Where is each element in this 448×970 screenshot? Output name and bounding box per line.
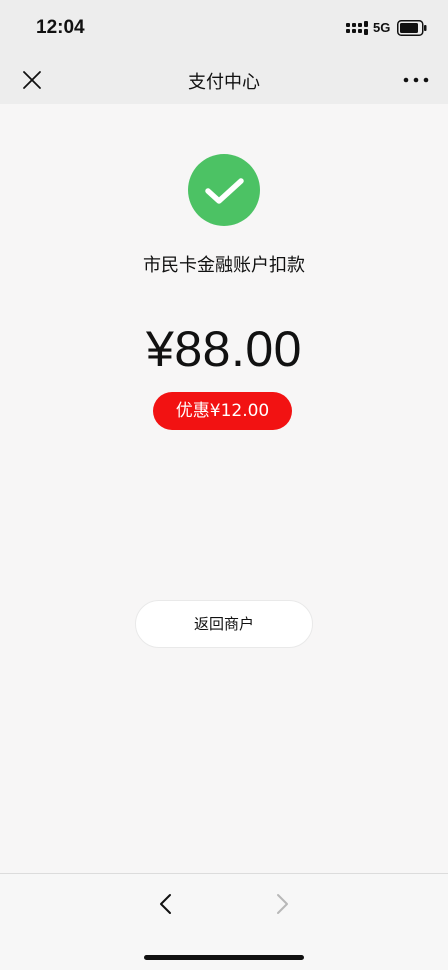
forward-icon[interactable] xyxy=(268,890,296,918)
merchant-name: 市民卡金融账户扣款 xyxy=(143,255,305,276)
home-indicator xyxy=(144,955,304,960)
status-bar: 12:04 5G xyxy=(0,0,448,56)
status-time: 12:04 xyxy=(36,17,85,38)
bottom-nav-bar xyxy=(0,873,448,970)
network-label: 5G xyxy=(373,20,391,35)
payment-amount: ¥88.00 xyxy=(146,321,302,377)
back-icon[interactable] xyxy=(152,890,180,918)
success-check-icon xyxy=(188,154,260,226)
page-title: 支付中心 xyxy=(188,72,260,93)
return-to-merchant-button[interactable]: 返回商户 xyxy=(135,600,313,648)
discount-badge: 优惠¥12.00 xyxy=(153,392,292,430)
battery-icon xyxy=(397,20,427,36)
signal-icon xyxy=(346,21,368,35)
more-icon[interactable] xyxy=(400,68,432,92)
nav-bar: 支付中心 xyxy=(0,56,448,104)
